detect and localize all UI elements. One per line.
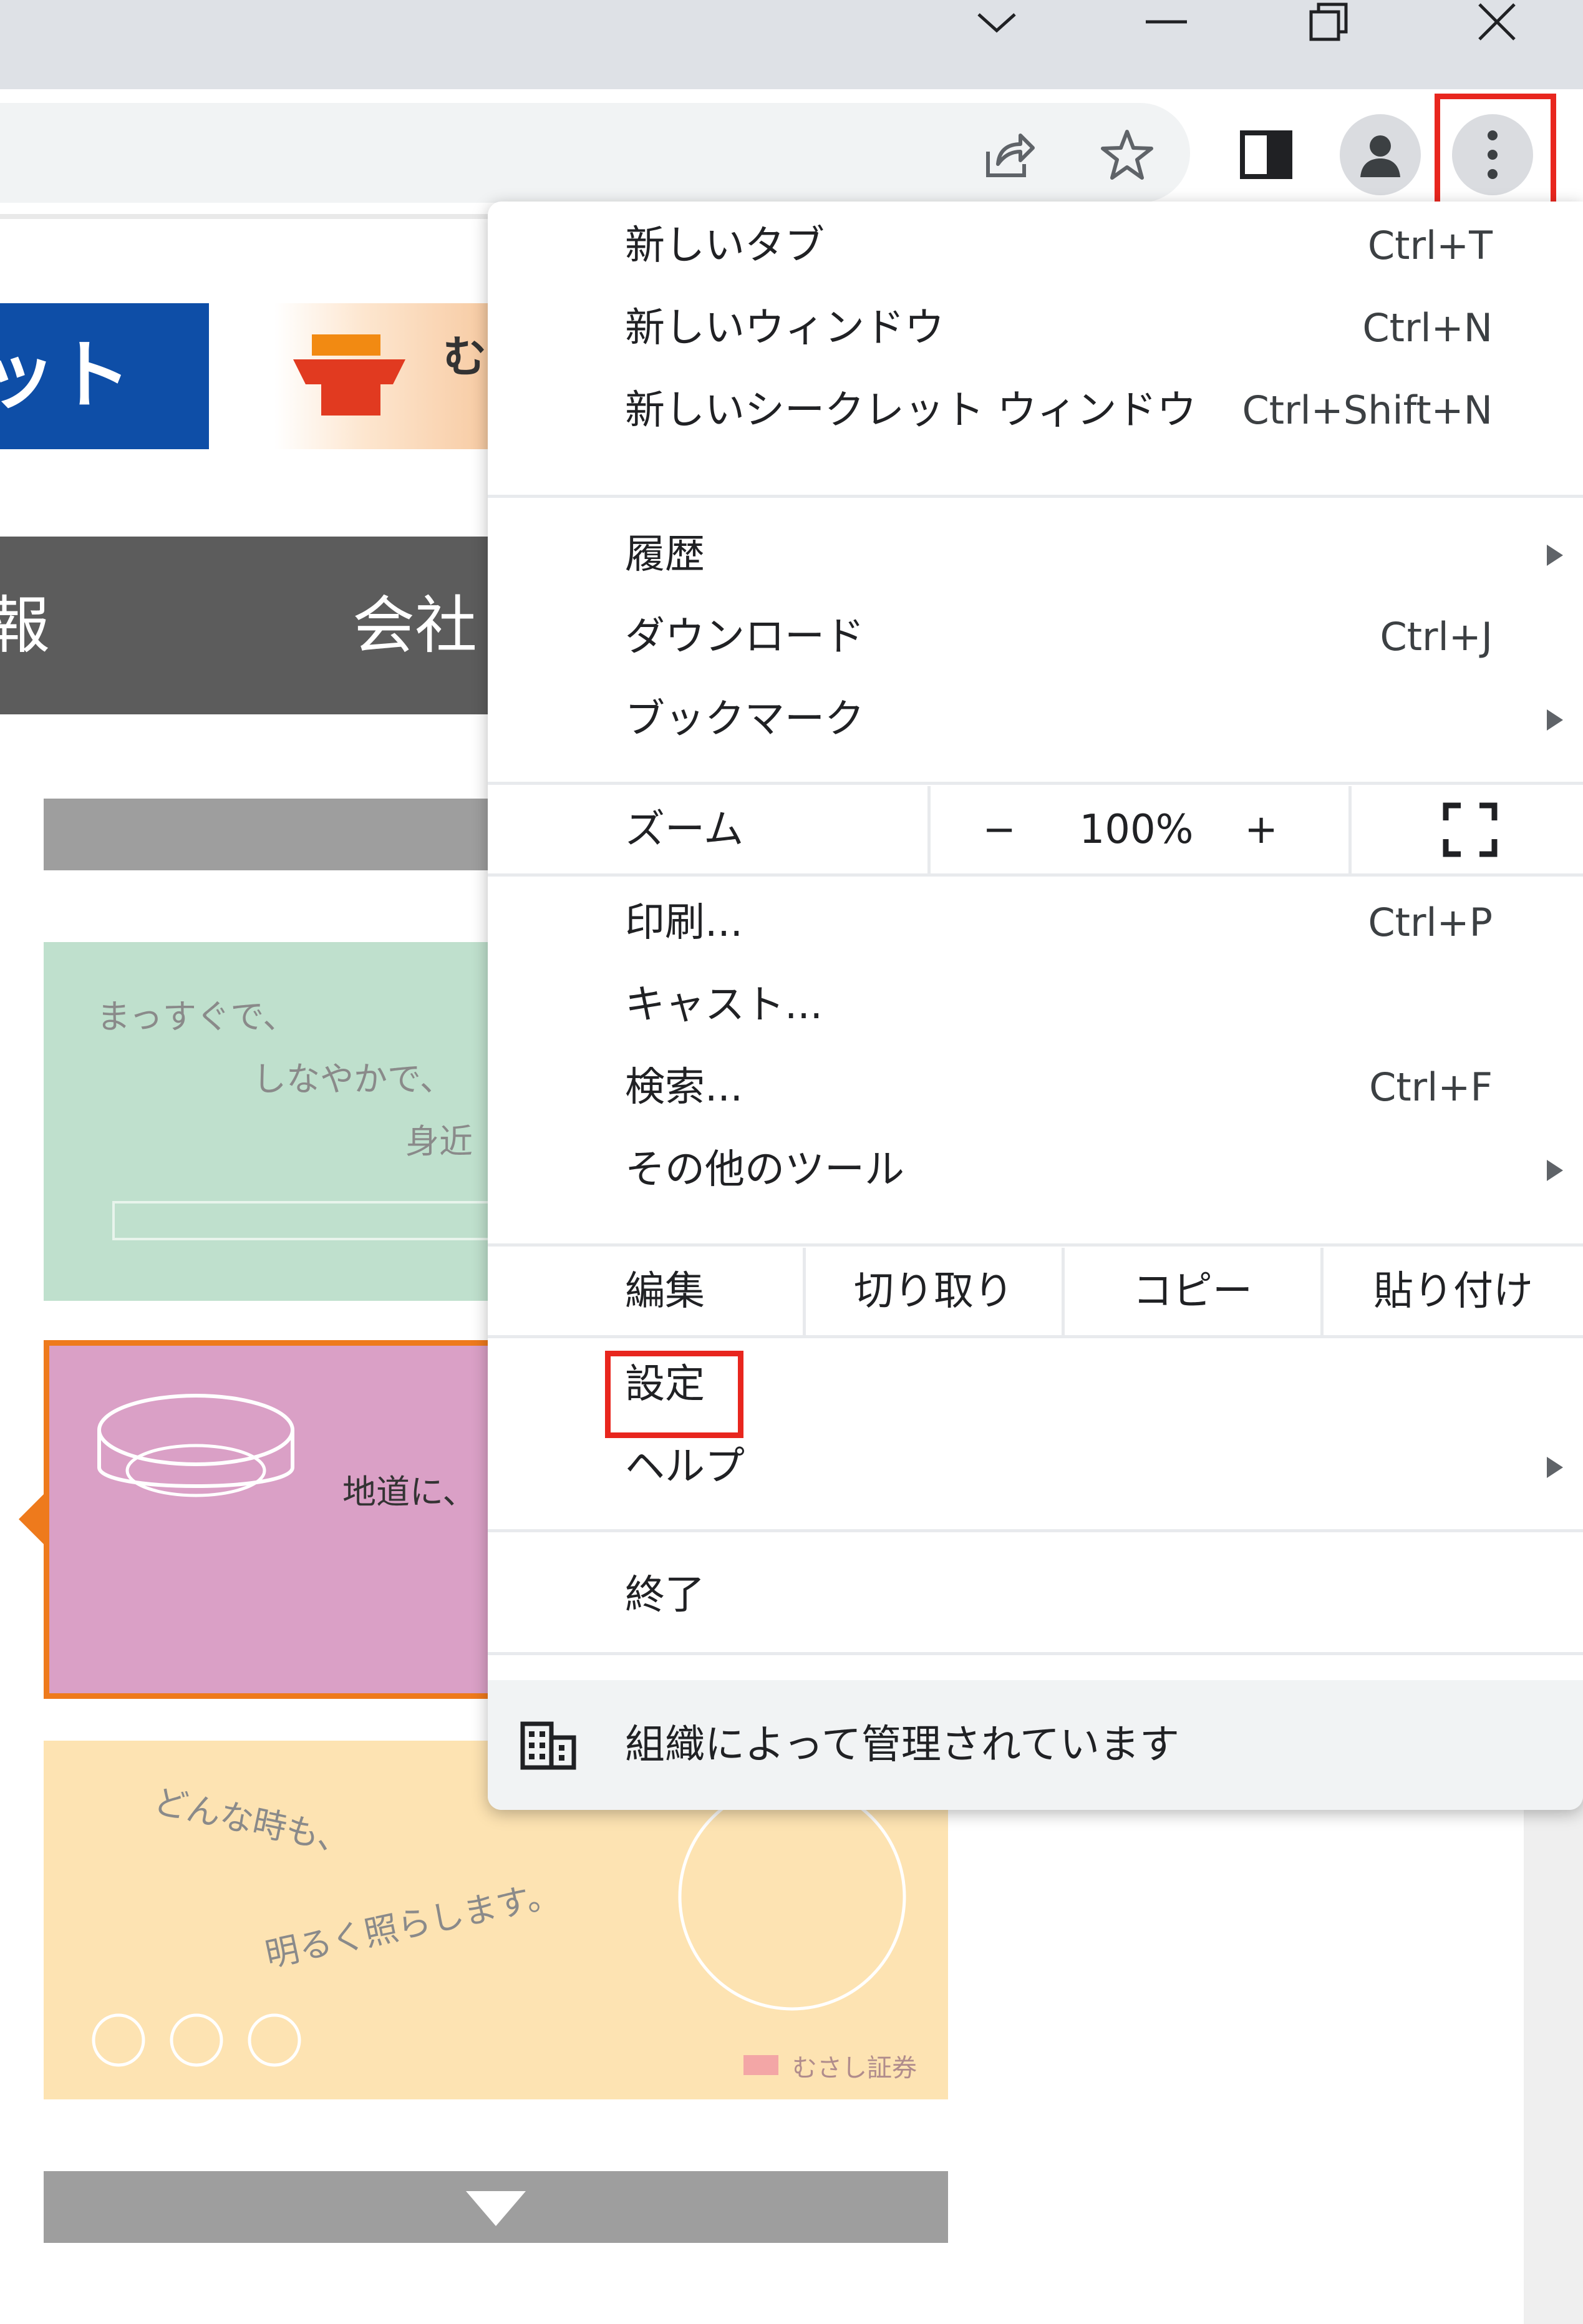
menu-item-cast[interactable]: キャスト... <box>488 964 1583 1046</box>
menu-item-find[interactable]: 検索... Ctrl+F <box>488 1046 1583 1129</box>
zoom-label: ズーム <box>625 807 744 853</box>
menu-divider <box>488 782 1583 785</box>
menu-label: 印刷... <box>625 900 743 946</box>
submenu-arrow-icon <box>1547 1160 1563 1181</box>
menu-divider <box>488 1652 1583 1655</box>
menu-item-downloads[interactable]: ダウンロード Ctrl+J <box>488 596 1583 678</box>
menu-label: キャスト... <box>625 982 823 1028</box>
chrome-main-menu: 新しいタブ Ctrl+T 新しいウィンドウ Ctrl+N 新しいシークレット ウ… <box>488 202 1583 1810</box>
card1-line-3: 身近 <box>405 1122 473 1161</box>
restore-icon[interactable] <box>1291 0 1366 44</box>
menu-shortcut: Ctrl+J <box>1380 614 1493 659</box>
card2-line-1: 地道に、 <box>342 1472 477 1512</box>
submenu-arrow-icon <box>1547 1457 1563 1478</box>
menu-label: 新しいシークレット ウィンドウ <box>625 387 1197 434</box>
minimize-icon[interactable] <box>1129 0 1204 44</box>
settings-highlight <box>605 1351 743 1438</box>
share-icon[interactable] <box>973 120 1042 189</box>
profile-icon[interactable] <box>1340 114 1421 195</box>
menu-label: 終了 <box>625 1572 705 1618</box>
menu-row-zoom: ズーム − 100% + <box>488 786 1583 873</box>
card3-line-1: どんな時も、 <box>150 1781 356 1862</box>
menu-divider <box>488 1243 1583 1247</box>
menu-item-exit[interactable]: 終了 <box>488 1554 1583 1636</box>
carousel-bottom-bar[interactable] <box>44 2171 948 2243</box>
menu-item-more-tools[interactable]: その他のツール <box>488 1129 1583 1211</box>
arrow-down-icon <box>466 2191 526 2226</box>
menu-shortcut: Ctrl+Shift+N <box>1242 387 1493 433</box>
card3-line-2: 明るく照らします。 <box>261 1874 563 1975</box>
menu-item-incognito[interactable]: 新しいシークレット ウィンドウ Ctrl+Shift+N <box>488 369 1583 452</box>
menu-shortcut: Ctrl+P <box>1368 900 1493 945</box>
menu-item-history[interactable]: 履歴 <box>488 513 1583 596</box>
fullscreen-icon[interactable] <box>1442 802 1498 858</box>
menu-label: その他のツール <box>625 1147 904 1193</box>
side-panel-icon[interactable] <box>1232 120 1300 189</box>
menu-item-new-window[interactable]: 新しいウィンドウ Ctrl+N <box>488 287 1583 369</box>
page-banner[interactable]: ット <box>0 303 209 449</box>
more-menu-highlight <box>1435 94 1556 209</box>
page-logo[interactable]: む <box>274 303 499 449</box>
zoom-in-button[interactable]: + <box>1224 786 1299 873</box>
nav-item-company[interactable]: 会社 <box>352 537 477 714</box>
managed-by-organization[interactable]: 組織によって管理されています <box>488 1680 1583 1810</box>
zoom-out-button[interactable]: − <box>962 786 1037 873</box>
menu-divider <box>488 495 1583 498</box>
edit-label: 編集 <box>625 1268 705 1315</box>
logo-text: む <box>443 331 487 382</box>
brand-mark-icon <box>743 2055 778 2075</box>
menu-item-new-tab[interactable]: 新しいタブ Ctrl+T <box>488 205 1583 287</box>
smoke-detector-icon <box>97 1394 294 1497</box>
nav-item-info[interactable]: 報 <box>0 537 50 714</box>
flowers-icon <box>92 2013 301 2067</box>
menu-label: 新しいウィンドウ <box>625 305 944 351</box>
zoom-level: 100% <box>1079 807 1194 853</box>
card1-line-2: しなやかで、 <box>253 1059 453 1099</box>
menu-label: 履歴 <box>625 532 705 578</box>
menu-row-edit: 編集 切り取り コピー 貼り付け <box>488 1248 1583 1335</box>
managed-label: 組織によって管理されています <box>625 1722 1179 1768</box>
banner-text: ット <box>0 333 131 419</box>
chevron-down-icon[interactable] <box>959 0 1034 44</box>
menu-label: 新しいタブ <box>625 223 825 269</box>
menu-divider <box>488 873 1583 877</box>
menu-label: ブックマーク <box>625 696 864 742</box>
bookmark-star-icon[interactable] <box>1093 120 1161 189</box>
menu-item-print[interactable]: 印刷... Ctrl+P <box>488 882 1583 964</box>
menu-item-bookmarks[interactable]: ブックマーク <box>488 678 1583 761</box>
zoom-divider <box>1348 786 1352 873</box>
menu-shortcut: Ctrl+F <box>1369 1064 1493 1110</box>
active-slide-pointer-icon <box>19 1494 44 1544</box>
copy-button[interactable]: コピー <box>1065 1248 1320 1335</box>
menu-shortcut: Ctrl+N <box>1362 305 1493 351</box>
browser-toolbar <box>0 89 1583 214</box>
zoom-divider <box>927 786 931 873</box>
menu-shortcut: Ctrl+T <box>1367 223 1493 268</box>
submenu-arrow-icon <box>1547 709 1563 731</box>
page-nav: 報 会社 <box>0 537 499 714</box>
close-icon[interactable] <box>1460 0 1534 44</box>
card3-brand: むさし証券 <box>792 2054 917 2083</box>
card1-line-1: まっすぐで、 <box>97 997 297 1036</box>
title-bar <box>0 0 1583 89</box>
menu-label: ダウンロード <box>625 614 864 660</box>
cut-button[interactable]: 切り取り <box>806 1248 1062 1335</box>
menu-divider <box>488 1335 1583 1338</box>
building-icon <box>520 1721 576 1770</box>
submenu-arrow-icon <box>1547 545 1563 566</box>
menu-label: 検索... <box>625 1064 743 1111</box>
paste-button[interactable]: 貼り付け <box>1324 1248 1583 1335</box>
menu-divider <box>488 1529 1583 1532</box>
logo-box-icon <box>293 334 405 416</box>
